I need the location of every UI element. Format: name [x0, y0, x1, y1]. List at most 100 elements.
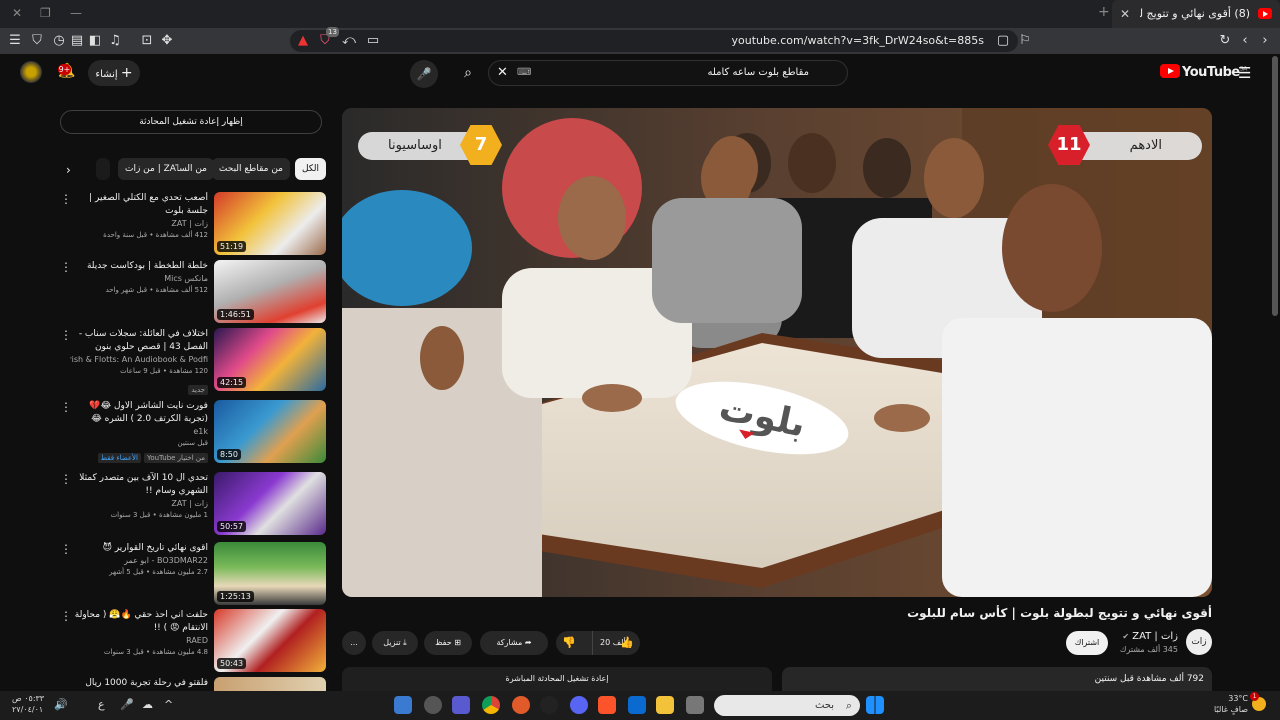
more-actions-icon[interactable]: ⋮	[60, 400, 72, 414]
share-url-icon[interactable]: ⤺	[340, 32, 358, 50]
channel-name[interactable]: زات | ZAT ✔	[1122, 631, 1178, 642]
clear-search-icon[interactable]: ✕	[497, 61, 508, 85]
keyboard-icon[interactable]: ⌨	[517, 61, 531, 85]
brave-rewards-icon[interactable]: ▲	[294, 32, 312, 50]
live-chat-replay[interactable]: إعادة تشغيل المحادثة المباشرة	[342, 667, 772, 691]
related-video[interactable]: 50:43 حلفت اني احذ حقي 🔥😤 ( محاولة الانت…	[60, 609, 326, 673]
youtube-logo[interactable]: YouTubeSA	[1160, 64, 1247, 82]
clock[interactable]: ٠٥:٣٣ ص ٢٧/٠٤/٠١	[12, 693, 44, 715]
chevron-right-icon[interactable]: ›	[66, 163, 71, 177]
volume-icon[interactable]: 🔊	[54, 698, 68, 711]
scrollbar[interactable]	[1272, 56, 1278, 316]
video-thumbnail[interactable]: 8:50	[214, 400, 326, 463]
forward-icon[interactable]: ‹	[1236, 32, 1254, 50]
bookmark-icon[interactable]: ⚐	[1016, 32, 1034, 50]
search-input[interactable]: مقاطع بلوت ساعه كامله ✕ ⌨	[488, 60, 848, 86]
channel-name[interactable]: زات | ZAT	[70, 218, 208, 230]
close-window-icon[interactable]: ✕	[12, 6, 22, 20]
sidebar-icon[interactable]: ◧	[86, 32, 104, 50]
video-title[interactable]: فلقتو في رحلة تجربة 1000 ريال ورحلة	[70, 677, 208, 691]
video-thumbnail[interactable]: 1:46:51	[214, 260, 326, 323]
channel-name[interactable]: زات | ZAT	[70, 498, 208, 510]
app-icon-media[interactable]	[540, 696, 558, 714]
chip-search[interactable]: من مقاطع البحث	[211, 158, 290, 180]
reload-icon[interactable]: ↻	[1216, 32, 1234, 50]
dislike-icon[interactable]: 👎	[562, 631, 576, 655]
video-thumbnail[interactable]: 50:57	[214, 472, 326, 535]
video-thumbnail[interactable]: 42:15	[214, 328, 326, 391]
like-icon[interactable]: 👍	[620, 631, 634, 655]
app-icon-explorer[interactable]	[656, 696, 674, 714]
video-thumbnail[interactable]	[214, 677, 326, 691]
video-title[interactable]: تحدي ال 10 الآف بين متصدر كمثلا الشهري و…	[70, 472, 208, 498]
show-chat-replay-button[interactable]: إظهار إعادة تشغيل المحادثة	[60, 110, 322, 134]
app-icon-brave[interactable]	[598, 696, 616, 714]
video-thumbnail[interactable]: 51:19	[214, 192, 326, 255]
chevron-up-icon[interactable]: ^	[164, 698, 173, 711]
extensions-icon[interactable]: ✥	[158, 32, 176, 50]
app-icon-store[interactable]	[628, 696, 646, 714]
video-title[interactable]: فورت نايت الشاشر الاول 😂💔 (تجربة الكرتف …	[70, 400, 208, 426]
app-icon-chrome[interactable]	[482, 696, 500, 714]
music-icon[interactable]: ♫	[106, 32, 124, 50]
related-video[interactable]: فلقتو في رحلة تجربة 1000 ريال ورحلة	[60, 677, 326, 691]
guide-menu-icon[interactable]: ☰	[1238, 64, 1251, 82]
app-icon-discord[interactable]	[570, 696, 588, 714]
description-box[interactable]: 792 ألف مشاهدة قبل سنتين	[782, 667, 1212, 691]
more-actions-icon[interactable]: ⋮	[60, 542, 72, 556]
mic-icon[interactable]: 🎤	[120, 698, 134, 711]
taskbar-search[interactable]: بحث ⌕	[714, 695, 860, 716]
cast-icon[interactable]: ▭	[364, 32, 382, 50]
video-title[interactable]: أصعب تحدي مع الكتلي الصغير | جلسة بلوت	[70, 192, 208, 218]
account-avatar[interactable]	[20, 61, 42, 83]
new-tab-icon[interactable]: +	[1098, 4, 1110, 20]
related-video[interactable]: 1:25:13 اقوى نهائي تاريخ القوارير 😈 BO3DM…	[60, 542, 326, 606]
download-button[interactable]: تنزيل ⤓	[372, 631, 418, 655]
chip-more[interactable]	[96, 158, 110, 180]
app-icon-files[interactable]	[394, 696, 412, 714]
browser-tab[interactable]: ✕ (8) أقوى نهائي و تتويج لبطولة ب	[1112, 0, 1280, 28]
weather-widget[interactable]: 33°C صافٍ غالبًا	[1212, 693, 1248, 715]
more-actions-icon[interactable]: ⋮	[60, 192, 72, 206]
more-actions-icon[interactable]: ⋮	[60, 260, 72, 274]
shield-icon[interactable]: ⛉	[28, 32, 46, 50]
search-button[interactable]: ⌕	[448, 60, 488, 86]
channel-name[interactable]: e1k	[70, 426, 208, 438]
video-player[interactable]: بلوت اوساسيونا 7 الادهم 11	[342, 108, 1212, 597]
more-actions-icon[interactable]: ⋮	[60, 609, 72, 623]
chip-channel[interactable]: من زات | ZAT	[118, 158, 178, 180]
menu-icon[interactable]: ☰	[6, 32, 24, 50]
save-button[interactable]: حفظ ⊞	[424, 631, 472, 655]
video-title[interactable]: حلفت اني احذ حقي 🔥😤 ( محاولة الانتقام 😡 …	[70, 609, 208, 635]
subscribe-button[interactable]: اشتراك	[1066, 631, 1108, 655]
app-icon-taskview[interactable]	[686, 696, 704, 714]
related-video[interactable]: 51:19 أصعب تحدي مع الكتلي الصغير | جلسة …	[60, 192, 326, 256]
video-title[interactable]: خلطة الطخطة | بودكاست جديلة	[70, 260, 208, 273]
channel-avatar[interactable]: زات	[1186, 629, 1212, 655]
app-icon-browser[interactable]	[512, 696, 530, 714]
screenshot-icon[interactable]: ⊡	[138, 32, 156, 50]
video-thumbnail[interactable]: 1:25:13	[214, 542, 326, 605]
share-button[interactable]: مشاركة ➦	[480, 631, 548, 655]
video-thumbnail[interactable]: 50:43	[214, 609, 326, 672]
language-indicator[interactable]: ع	[98, 698, 105, 711]
restore-window-icon[interactable]: ❐	[40, 6, 51, 20]
video-title[interactable]: اختلاف في العائلة: سجلات سناب - الفصل 43…	[70, 328, 208, 354]
windows-start-icon[interactable]	[866, 696, 884, 714]
back-icon[interactable]: ›	[1256, 32, 1274, 50]
chip-all[interactable]: الكل	[294, 158, 326, 180]
channel-name[interactable]: RAED	[70, 635, 208, 647]
close-tab-icon[interactable]: ✕	[1120, 0, 1130, 28]
address-bar[interactable]: ▲ ⛉ 13 ⤺ ▭ youtube.com/watch?v=3fk_DrW24…	[290, 27, 1018, 52]
app-icon-search[interactable]	[424, 696, 442, 714]
address-edit-icon[interactable]: ▢	[994, 32, 1012, 50]
more-actions-icon[interactable]: ⋮	[60, 472, 72, 486]
more-actions-icon[interactable]: ⋮	[60, 328, 72, 342]
related-video[interactable]: 1:46:51 خلطة الطخطة | بودكاست جديلة مانكس…	[60, 260, 326, 324]
related-video[interactable]: 42:15 اختلاف في العائلة: سجلات سناب - ال…	[60, 328, 326, 395]
app-icon-teams[interactable]	[452, 696, 470, 714]
voice-search-icon[interactable]: 🎤	[410, 60, 438, 88]
channel-name[interactable]: BO3DMAR22 - ابو عمر	[70, 555, 208, 567]
video-title[interactable]: اقوى نهائي تاريخ القوارير 😈	[70, 542, 208, 555]
minimize-window-icon[interactable]: —	[70, 6, 82, 20]
